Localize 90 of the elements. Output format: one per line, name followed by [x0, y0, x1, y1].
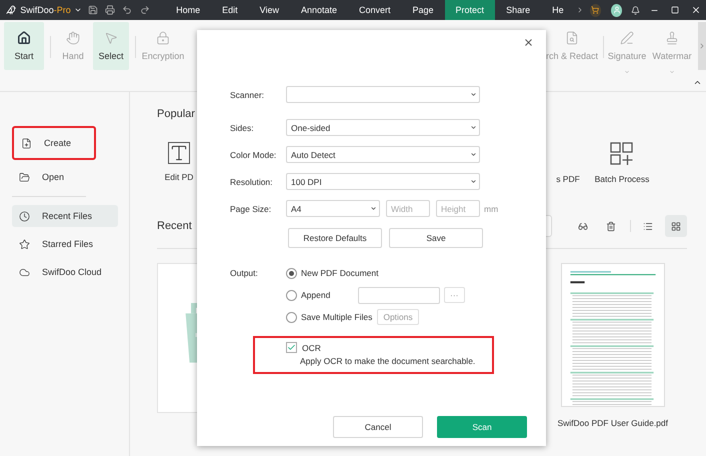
text-box-icon [168, 142, 190, 164]
width-field[interactable]: Width [386, 200, 430, 217]
chevron-right-icon [698, 42, 706, 50]
menu-tab[interactable]: Convert [348, 0, 402, 20]
radio-button[interactable] [286, 290, 297, 300]
field-label: Resolution: [230, 176, 274, 186]
field-label: Scanner: [230, 90, 266, 100]
cancel-button[interactable]: Cancel [333, 416, 423, 438]
document-search-icon [565, 31, 579, 45]
caret-icon [470, 151, 477, 158]
caret-icon [669, 69, 675, 75]
option-label[interactable]: Append [301, 290, 358, 300]
menu-tab[interactable]: Annotate [290, 0, 348, 20]
stamp-icon [665, 31, 679, 45]
caret-icon [624, 69, 630, 75]
grid-icon [671, 220, 681, 232]
clock-icon [19, 210, 30, 222]
undo-icon[interactable] [122, 5, 132, 15]
pointer-icon [104, 31, 118, 45]
sidebar-item[interactable]: Starred Files [12, 233, 118, 255]
app-name: SwifDoo-Pro [20, 5, 71, 15]
menu-tab[interactable]: Home [165, 0, 212, 20]
ribbon-button[interactable]: Start [4, 22, 44, 70]
batch-grid-icon [610, 142, 634, 166]
tool-label[interactable]: s PDF [556, 174, 580, 184]
cart-icon[interactable] [590, 4, 602, 16]
menu-tab[interactable]: He [541, 0, 575, 20]
menu-tab[interactable]: Protect [444, 0, 496, 20]
option-label[interactable]: Save Multiple Files [301, 312, 372, 322]
folder-icon [19, 172, 30, 182]
tool-label[interactable]: Batch Process [594, 174, 650, 184]
collapse-icon[interactable] [693, 78, 702, 87]
field-label: Color Mode: [230, 150, 278, 160]
dialog-button[interactable]: Restore Defaults [288, 228, 382, 248]
home-icon [17, 31, 31, 45]
field-label: Sides: [230, 122, 255, 132]
caret-icon [470, 124, 477, 131]
print-icon[interactable] [105, 5, 116, 15]
close-button[interactable] [523, 37, 534, 48]
maximize-icon[interactable] [671, 6, 680, 14]
option-label[interactable]: New PDF Document [301, 268, 378, 278]
radio-button[interactable] [286, 268, 297, 278]
close-icon[interactable] [690, 5, 701, 15]
sidebar-item[interactable]: Create [12, 126, 96, 160]
dropdown[interactable]: 100 DPI [286, 173, 480, 190]
field-label: Page Size: [230, 204, 272, 214]
user-icon[interactable] [611, 4, 622, 16]
file-name: SwifDoo PDF User Guide.pdf [557, 418, 668, 428]
menu-tab[interactable]: Share [495, 0, 542, 20]
tool-label[interactable]: Edit PD [164, 172, 194, 182]
ocr-label[interactable]: OCR [302, 342, 321, 352]
sidebar-item[interactable]: Open [12, 166, 118, 188]
dropdown[interactable]: Auto Detect [286, 146, 480, 163]
dialog-button[interactable]: Save [389, 228, 483, 248]
cloud-icon [19, 266, 30, 278]
save-icon[interactable] [88, 5, 98, 15]
redo-icon[interactable] [140, 5, 150, 15]
lock-icon [156, 31, 170, 45]
menu-tab[interactable]: View [248, 0, 290, 20]
bird-logo-icon [6, 4, 16, 16]
file-path-field[interactable] [358, 286, 440, 304]
glasses-icon [578, 220, 588, 232]
caret-icon [470, 178, 477, 185]
ocr-description: Apply OCR to make the document searchable. [300, 356, 476, 366]
dropdown[interactable]: A4 [286, 200, 380, 217]
caret-icon[interactable] [74, 6, 82, 14]
grid-view-button[interactable] [665, 215, 687, 237]
hand-icon [66, 31, 80, 45]
section-title: Popular [157, 108, 196, 120]
file-plus-icon [21, 138, 32, 148]
unit-label: mm [484, 204, 498, 214]
field-label: Output: [230, 268, 259, 280]
caret-icon [370, 205, 377, 212]
trash-icon [606, 220, 616, 232]
sidebar-item[interactable]: SwifDoo Cloud [12, 261, 118, 283]
star-icon [19, 238, 30, 250]
sidebar-item[interactable]: Recent Files [12, 205, 118, 227]
section-title: Recent [157, 220, 192, 232]
checkbox[interactable] [286, 342, 297, 353]
menu-tab[interactable]: Page [402, 0, 445, 20]
bell-icon[interactable] [631, 6, 640, 14]
menu-tab[interactable]: Edit [211, 0, 249, 20]
list-icon [643, 220, 653, 232]
document-thumbnail[interactable] [560, 263, 665, 407]
pen-icon [620, 31, 634, 45]
dropdown[interactable]: One-sided [286, 119, 480, 136]
caret-icon [470, 91, 477, 98]
height-field[interactable]: Height [436, 200, 480, 217]
radio-button[interactable] [286, 312, 297, 322]
ribbon-button[interactable]: Select [93, 22, 129, 70]
